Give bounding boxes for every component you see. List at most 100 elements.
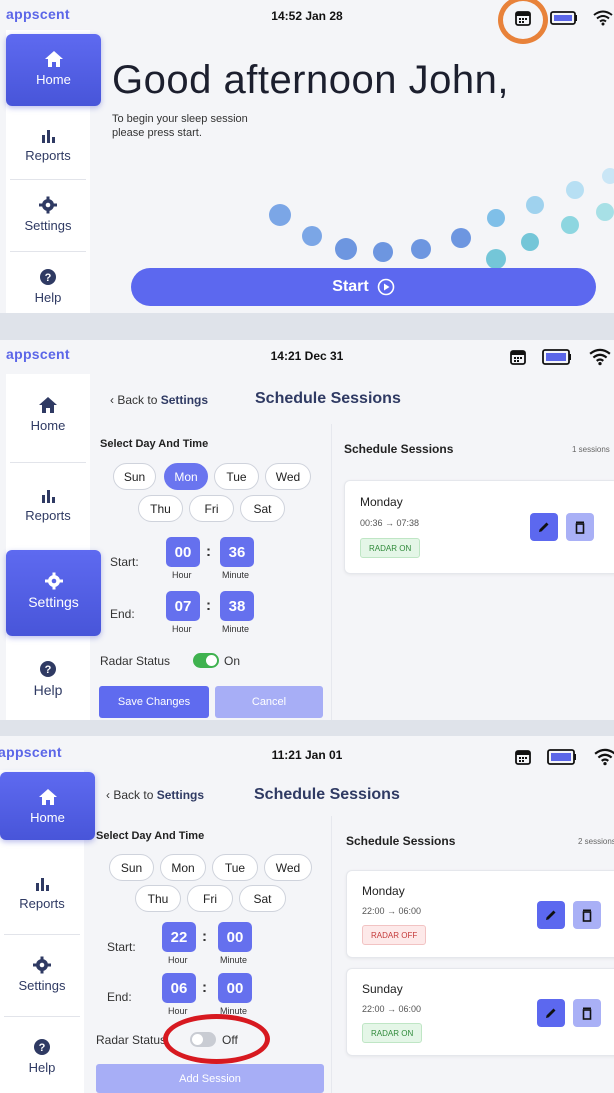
nav-settings-label: Settings — [28, 594, 79, 610]
day-sat[interactable]: Sat — [239, 885, 286, 912]
day-mon[interactable]: Mon — [160, 854, 206, 881]
panel-divider — [331, 424, 332, 720]
start-hour-field[interactable]: 00 — [166, 537, 200, 567]
end-minute-field[interactable]: 38 — [220, 591, 254, 621]
dot — [526, 196, 544, 214]
greeting-heading: Good afternoon John, — [112, 58, 509, 102]
radar-badge: RADAR ON — [362, 1023, 423, 1043]
save-changes-button[interactable]: Save Changes — [99, 686, 209, 718]
battery-icon — [542, 349, 571, 365]
trash-icon — [575, 521, 585, 534]
gear-icon — [33, 956, 51, 974]
start-button[interactable]: Start — [131, 268, 596, 306]
sidebar: Home Reports Settings ? Help — [6, 30, 101, 313]
page-title: Schedule Sessions — [254, 786, 400, 803]
day-mon[interactable]: Mon — [164, 463, 208, 490]
nav-settings[interactable]: Settings — [0, 956, 84, 1006]
nav-reports-label: Reports — [25, 148, 71, 163]
intro-line: To begin your sleep session — [112, 113, 248, 125]
calendar-icon[interactable] — [509, 348, 527, 366]
sessions-heading: Schedule Sessions — [344, 442, 454, 456]
nav-home-label: Home — [30, 418, 66, 433]
back-prefix: Back to — [117, 393, 158, 407]
nav-settings[interactable]: Settings — [6, 550, 101, 636]
delete-button[interactable] — [566, 513, 594, 541]
nav-home[interactable]: Home — [6, 396, 90, 456]
edit-button[interactable] — [537, 999, 565, 1027]
delete-button[interactable] — [573, 901, 601, 929]
back-link[interactable]: ‹ Back to Settings — [110, 393, 208, 407]
minute-caption: Minute — [220, 955, 248, 965]
start-minute-field[interactable]: 00 — [218, 922, 252, 952]
nav-reports[interactable]: Reports — [6, 486, 90, 546]
radar-status-label: Radar Status — [100, 654, 171, 668]
edit-button[interactable] — [530, 513, 558, 541]
intro-text: To begin your sleep session please press… — [112, 112, 312, 140]
time-colon: : — [202, 979, 207, 996]
radar-badge: RADAR ON — [360, 538, 421, 558]
pencil-icon — [546, 910, 556, 920]
cancel-button[interactable]: Cancel — [215, 686, 323, 718]
day-fri[interactable]: Fri — [189, 495, 234, 522]
sidebar: Home Reports Settings ? Help — [0, 770, 95, 1093]
day-wed[interactable]: Wed — [265, 463, 311, 490]
delete-button[interactable] — [573, 999, 601, 1027]
dot — [335, 238, 357, 260]
nav-home[interactable]: Home — [6, 34, 101, 106]
select-label: Select Day And Time — [100, 438, 209, 450]
nav-reports[interactable]: Reports — [0, 874, 84, 924]
highlight-ring — [163, 1014, 270, 1064]
nav-home-label: Home — [30, 810, 65, 825]
battery-icon — [547, 749, 576, 765]
start-label: Start: — [107, 940, 136, 954]
nav-settings[interactable]: Settings — [6, 196, 90, 246]
start-hour-field[interactable]: 22 — [162, 922, 196, 952]
svg-text:?: ? — [39, 1042, 46, 1054]
reports-icon — [42, 490, 55, 503]
session-count: 1 sessions — [572, 445, 610, 454]
nav-reports-label: Reports — [25, 508, 71, 523]
nav-divider — [10, 179, 86, 180]
toggle-knob — [206, 655, 217, 666]
back-link[interactable]: ‹ Back to Settings — [106, 788, 204, 802]
nav-help[interactable]: ? Help — [0, 1038, 84, 1088]
day-tue[interactable]: Tue — [212, 854, 258, 881]
add-session-button[interactable]: Add Session — [96, 1064, 324, 1093]
select-label: Select Day And Time — [96, 830, 205, 842]
session-time: 22:00 → 06:00 — [362, 906, 422, 916]
nav-help[interactable]: ? Help — [6, 660, 90, 716]
day-fri[interactable]: Fri — [187, 885, 233, 912]
day-wed[interactable]: Wed — [264, 854, 312, 881]
start-minute-field[interactable]: 36 — [220, 537, 254, 567]
nav-help[interactable]: ? Help — [6, 268, 90, 313]
nav-help-label: Help — [33, 682, 63, 698]
help-icon: ? — [40, 269, 56, 285]
nav-divider — [4, 1016, 80, 1017]
day-thu[interactable]: Thu — [135, 885, 181, 912]
trash-icon — [582, 909, 592, 922]
day-thu[interactable]: Thu — [138, 495, 183, 522]
chevron-left-icon: ‹ — [110, 393, 114, 407]
dot — [487, 209, 505, 227]
day-sun[interactable]: Sun — [113, 463, 156, 490]
gear-icon — [39, 196, 57, 214]
edit-button[interactable] — [537, 901, 565, 929]
hour-caption: Hour — [168, 1006, 188, 1016]
start-label: Start: — [110, 555, 139, 569]
nav-home[interactable]: Home — [0, 772, 95, 840]
nav-reports[interactable]: Reports — [6, 126, 90, 176]
day-sat[interactable]: Sat — [240, 495, 285, 522]
radar-toggle[interactable] — [193, 653, 219, 668]
reports-icon — [42, 130, 55, 143]
end-hour-field[interactable]: 06 — [162, 973, 196, 1003]
gear-icon — [44, 572, 63, 590]
end-minute-field[interactable]: 00 — [218, 973, 252, 1003]
end-hour-field[interactable]: 07 — [166, 591, 200, 621]
nav-divider — [10, 251, 86, 252]
calendar-icon[interactable] — [514, 748, 532, 766]
minute-caption: Minute — [222, 624, 250, 634]
svg-text:?: ? — [45, 664, 52, 676]
day-sun[interactable]: Sun — [109, 854, 154, 881]
session-time: 22:00 → 06:00 — [362, 1004, 422, 1014]
day-tue[interactable]: Tue — [214, 463, 259, 490]
